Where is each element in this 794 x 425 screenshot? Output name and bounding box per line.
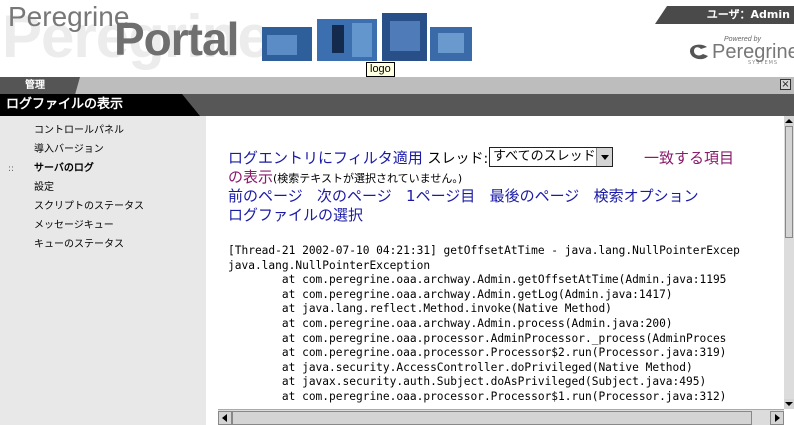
log-line: at com.peregrine.oaa.processor.AdminProc… [228, 331, 727, 345]
log-line: at java.security.AccessController.doPriv… [228, 360, 693, 374]
peregrine-swirl-icon [690, 44, 708, 60]
scroll-down-icon[interactable] [784, 399, 794, 409]
next-page-link[interactable]: 次のページ [317, 187, 392, 205]
logo-photos[interactable] [262, 13, 472, 61]
main-content: ログエントリにフィルタ適用 スレッド: すべてのスレッド 一致する項目 の表示(… [206, 116, 784, 409]
log-line: at javax.security.auth.Subject.doAsPrivi… [228, 375, 707, 389]
filter-row: ログエントリにフィルタ適用 スレッド: [228, 149, 488, 169]
sidebar-item-settings[interactable]: 設定 [34, 181, 54, 195]
sidebar-item-queue-status[interactable]: キューのステータス [34, 238, 124, 252]
user-label: ユーザ：Admin [655, 6, 794, 24]
search-options-link[interactable]: 検索オプション [594, 187, 699, 205]
select-logfile-link[interactable]: ログファイルの選択 [228, 206, 363, 225]
admin-tab[interactable]: 管理 [0, 77, 80, 94]
log-line: at com.peregrine.oaa.archway.Admin.getOf… [228, 273, 727, 287]
active-bullet-icon: :: [8, 164, 15, 174]
header: Peregrine Peregrine Portal logo ユーザ：Admi… [0, 0, 794, 78]
last-page-link[interactable]: 最後のページ [490, 187, 580, 205]
thread-label: スレッド: [427, 151, 489, 167]
vertical-scroll-thumb[interactable] [785, 126, 793, 238]
thread-select[interactable]: すべてのスレッド [489, 147, 613, 167]
title-bar: ログファイルの表示 [0, 94, 794, 116]
page-title: ログファイルの表示 [0, 94, 200, 116]
log-line: at com.peregrine.oaa.processor.Processor… [228, 346, 727, 360]
close-icon[interactable]: × [780, 79, 791, 90]
sidebar-item-control-panel[interactable]: コントロールパネル [34, 124, 124, 138]
sidebar-item-message-queue[interactable]: メッセージキュー [34, 219, 114, 233]
match-row: の表示(検索テキストが選択されていません。) [228, 168, 462, 188]
scroll-left-icon[interactable] [218, 411, 232, 425]
brand-peregrine: Peregrine [8, 1, 130, 32]
prev-page-link[interactable]: 前のページ [228, 187, 303, 205]
log-line: at java.lang.reflect.Method.invoke(Nativ… [228, 302, 612, 316]
match-link-a[interactable]: 一致する項目 [644, 149, 734, 168]
powered-by-logo: Powered by Peregrine SYSTEMS [688, 36, 794, 66]
log-line: at com.peregrine.oaa.processor.Processor… [228, 389, 727, 403]
filter-link[interactable]: ログエントリにフィルタ適用 [228, 149, 423, 167]
match-link-b[interactable]: の表示 [228, 168, 273, 186]
powered-by-sub: SYSTEMS [748, 60, 779, 66]
sidebar-item-script-status[interactable]: スクリプトのステータス [34, 200, 144, 214]
thread-select-value: すべてのスレッド [493, 149, 596, 164]
log-line: at com.peregrine.oaa.archway.Admin.getLo… [228, 287, 673, 301]
sidebar-item-installed-version[interactable]: 導入バージョン [34, 143, 104, 157]
chevron-down-icon[interactable] [596, 148, 612, 166]
scroll-right-icon[interactable] [770, 411, 784, 425]
no-search-text: (検索テキストが選択されていません。) [273, 172, 463, 185]
log-line: at com.peregrine.oaa.archway.Admin.proce… [228, 316, 673, 330]
scroll-up-icon[interactable] [784, 116, 794, 126]
log-output: [Thread-21 2002-07-10 04:21:31] getOffse… [228, 244, 740, 405]
vertical-scrollbar[interactable] [784, 116, 794, 409]
first-page-link[interactable]: 1ページ目 [406, 187, 475, 205]
logo-tooltip: logo [366, 62, 395, 77]
page-nav: 前のページ 次のページ 1ページ目 最後のページ 検索オプション [228, 187, 699, 206]
admin-strip: 管理 × [0, 77, 794, 94]
brand-portal: Portal [114, 13, 239, 65]
log-line: java.lang.NullPointerException [228, 258, 431, 272]
log-line: [Thread-21 2002-07-10 04:21:31] getOffse… [228, 244, 740, 257]
horizontal-scrollbar[interactable] [218, 409, 784, 425]
sidebar-item-server-log[interactable]: サーバのログ [34, 162, 94, 176]
sidebar: :: コントロールパネル 導入バージョン サーバのログ 設定 スクリプトのステー… [0, 116, 206, 425]
horizontal-scroll-thumb[interactable] [232, 411, 752, 425]
